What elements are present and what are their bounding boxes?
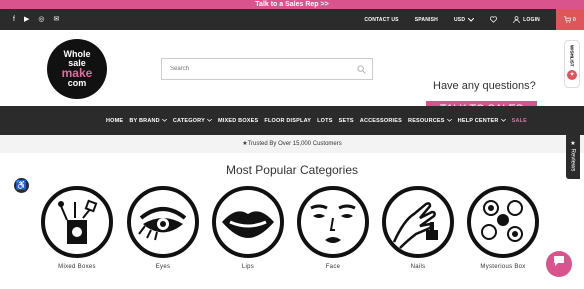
contact-us-link[interactable]: CONTACT US (364, 17, 398, 23)
chat-button[interactable] (546, 251, 572, 277)
category-mixed-boxes[interactable]: Mixed Boxes (37, 186, 117, 270)
promo-banner[interactable]: Talk to a Sales Rep >> (0, 0, 584, 9)
top-nav: CONTACT US SPANISH USD LOGIN 0 (364, 9, 584, 30)
login-label: LOGIN (523, 16, 540, 23)
nav-by-brand[interactable]: BY BRAND (129, 118, 167, 124)
site-logo[interactable]: Whole sale make com (47, 39, 107, 99)
category-label[interactable]: Mixed Boxes (37, 264, 117, 270)
trust-text: Trusted By Over 15,000 Customers (247, 141, 342, 147)
nav-sets[interactable]: SETS (339, 118, 354, 124)
youtube-icon[interactable]: ▶ (24, 16, 29, 23)
category-mysterious-box[interactable]: Mysterious Box (463, 186, 543, 270)
mixed-boxes-icon[interactable] (41, 186, 113, 258)
nails-icon[interactable] (382, 186, 454, 258)
face-icon[interactable] (297, 186, 369, 258)
promo-text[interactable]: Talk to a Sales Rep >> (255, 1, 328, 8)
nav-lots[interactable]: LOTS (317, 118, 332, 124)
category-label[interactable]: Face (293, 264, 373, 270)
nav-floor-display[interactable]: FLOOR DISPLAY (264, 118, 311, 124)
main-nav: HOME BY BRAND CATEGORY MIXED BOXES FLOOR… (0, 106, 584, 135)
category-label[interactable]: Mysterious Box (463, 264, 543, 270)
wishlist-tab[interactable]: WISHLIST ♥ (564, 40, 580, 88)
category-face[interactable]: Face (293, 186, 373, 270)
wishlist-heart-icon[interactable] (490, 16, 498, 23)
header: Whole sale make com Have any questions? … (0, 30, 584, 118)
lips-icon[interactable] (212, 186, 284, 258)
category-label[interactable]: Nails (378, 264, 458, 270)
star-icon: ★ (569, 140, 576, 148)
eyes-icon[interactable] (127, 186, 199, 258)
categories-heading: Most Popular Categories (225, 163, 359, 177)
top-bar: f ▶ ◎ ✉ CONTACT US SPANISH USD LOGIN 0 (0, 9, 584, 30)
chevron-down-icon (446, 119, 452, 122)
login-link[interactable]: LOGIN (513, 16, 540, 23)
currency-select[interactable]: USD (453, 16, 475, 23)
category-list: Mixed Boxes Eyes Lips Face Nails Mysteri… (0, 186, 584, 289)
currency-label: USD (453, 16, 466, 23)
nav-label: CATEGORY (172, 117, 205, 124)
cart-icon (564, 16, 571, 23)
nav-label: BY BRAND (129, 117, 160, 124)
reviews-label: ★ Reviews (570, 140, 577, 171)
chat-icon (554, 256, 564, 266)
nav-mixed-boxes[interactable]: MIXED BOXES (218, 118, 258, 124)
search-icon[interactable] (357, 64, 366, 74)
wishlist-label: WISHLIST (569, 45, 575, 67)
accessibility-icon[interactable]: ♿ (14, 178, 29, 193)
nav-label: RESOURCES (408, 117, 445, 124)
chevron-down-icon (161, 119, 167, 122)
nav-home[interactable]: HOME (106, 118, 123, 124)
email-icon[interactable]: ✉ (53, 16, 59, 23)
cart-button[interactable]: 0 (556, 9, 584, 30)
questions-text: Have any questions? (433, 80, 536, 92)
chevron-down-icon (500, 119, 506, 122)
category-label[interactable]: Lips (208, 264, 288, 270)
search-bar[interactable] (161, 58, 373, 80)
category-lips[interactable]: Lips (208, 186, 288, 270)
chevron-down-icon (207, 119, 212, 122)
nav-resources[interactable]: RESOURCES (408, 118, 452, 124)
nav-sale[interactable]: SALE (512, 118, 527, 124)
mysterious-box-icon[interactable] (467, 186, 539, 258)
reviews-text: Reviews (569, 148, 576, 172)
trust-bar: ★ Trusted By Over 15,000 Customers (0, 135, 584, 153)
category-label[interactable]: Eyes (123, 264, 203, 270)
reviews-tab[interactable]: ★ Reviews (566, 133, 580, 179)
search-input[interactable] (168, 65, 342, 73)
facebook-icon[interactable]: f (13, 16, 15, 23)
language-link[interactable]: SPANISH (415, 17, 438, 23)
nav-category[interactable]: CATEGORY (173, 118, 212, 124)
category-nails[interactable]: Nails (378, 186, 458, 270)
user-icon (513, 16, 520, 23)
nav-accessories[interactable]: ACCESSORIES (360, 118, 402, 124)
social-links: f ▶ ◎ ✉ (0, 16, 59, 23)
nav-help-center[interactable]: HELP CENTER (458, 118, 506, 124)
nav-label: HELP CENTER (457, 117, 499, 124)
category-eyes[interactable]: Eyes (123, 186, 203, 270)
logo-line: com (67, 78, 87, 88)
chevron-down-icon (468, 17, 475, 22)
instagram-icon[interactable]: ◎ (38, 16, 44, 23)
cart-count: 0 (573, 16, 576, 23)
heart-icon: ♥ (567, 69, 577, 80)
